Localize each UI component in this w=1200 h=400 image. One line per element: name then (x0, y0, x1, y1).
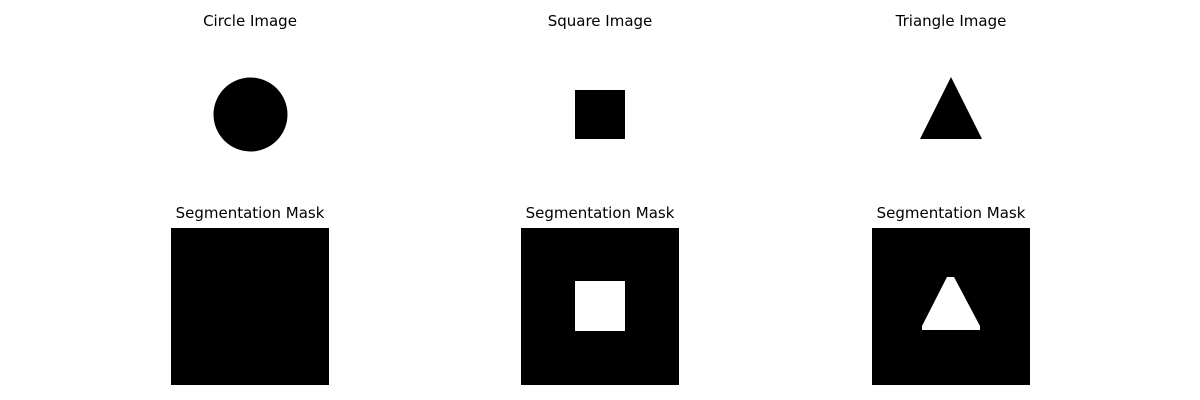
square-image-title: Square Image (547, 12, 653, 30)
circle-image (172, 36, 330, 194)
circle-mask-title: Segmentation Mask (175, 204, 325, 222)
triangle-image-title: Triangle Image (895, 12, 1007, 30)
square-shape (575, 90, 625, 139)
square-mask-shape (575, 281, 625, 331)
triangle-image-panel (872, 36, 1030, 194)
square-image (521, 36, 679, 194)
circle-shape (213, 77, 288, 152)
circle-image-panel (172, 36, 330, 194)
mask-background (171, 228, 329, 385)
circle-image-title: Circle Image (203, 12, 297, 30)
triangle-mask (872, 228, 1030, 385)
triangle-mask-panel (872, 228, 1030, 385)
circle-mask (171, 228, 329, 385)
square-mask (521, 228, 679, 385)
square-mask-panel (521, 228, 679, 385)
square-mask-title: Segmentation Mask (525, 204, 675, 222)
triangle-mask-title: Segmentation Mask (876, 204, 1026, 222)
square-image-panel (521, 36, 679, 194)
triangle-image (872, 36, 1030, 194)
circle-mask-panel (171, 228, 329, 385)
